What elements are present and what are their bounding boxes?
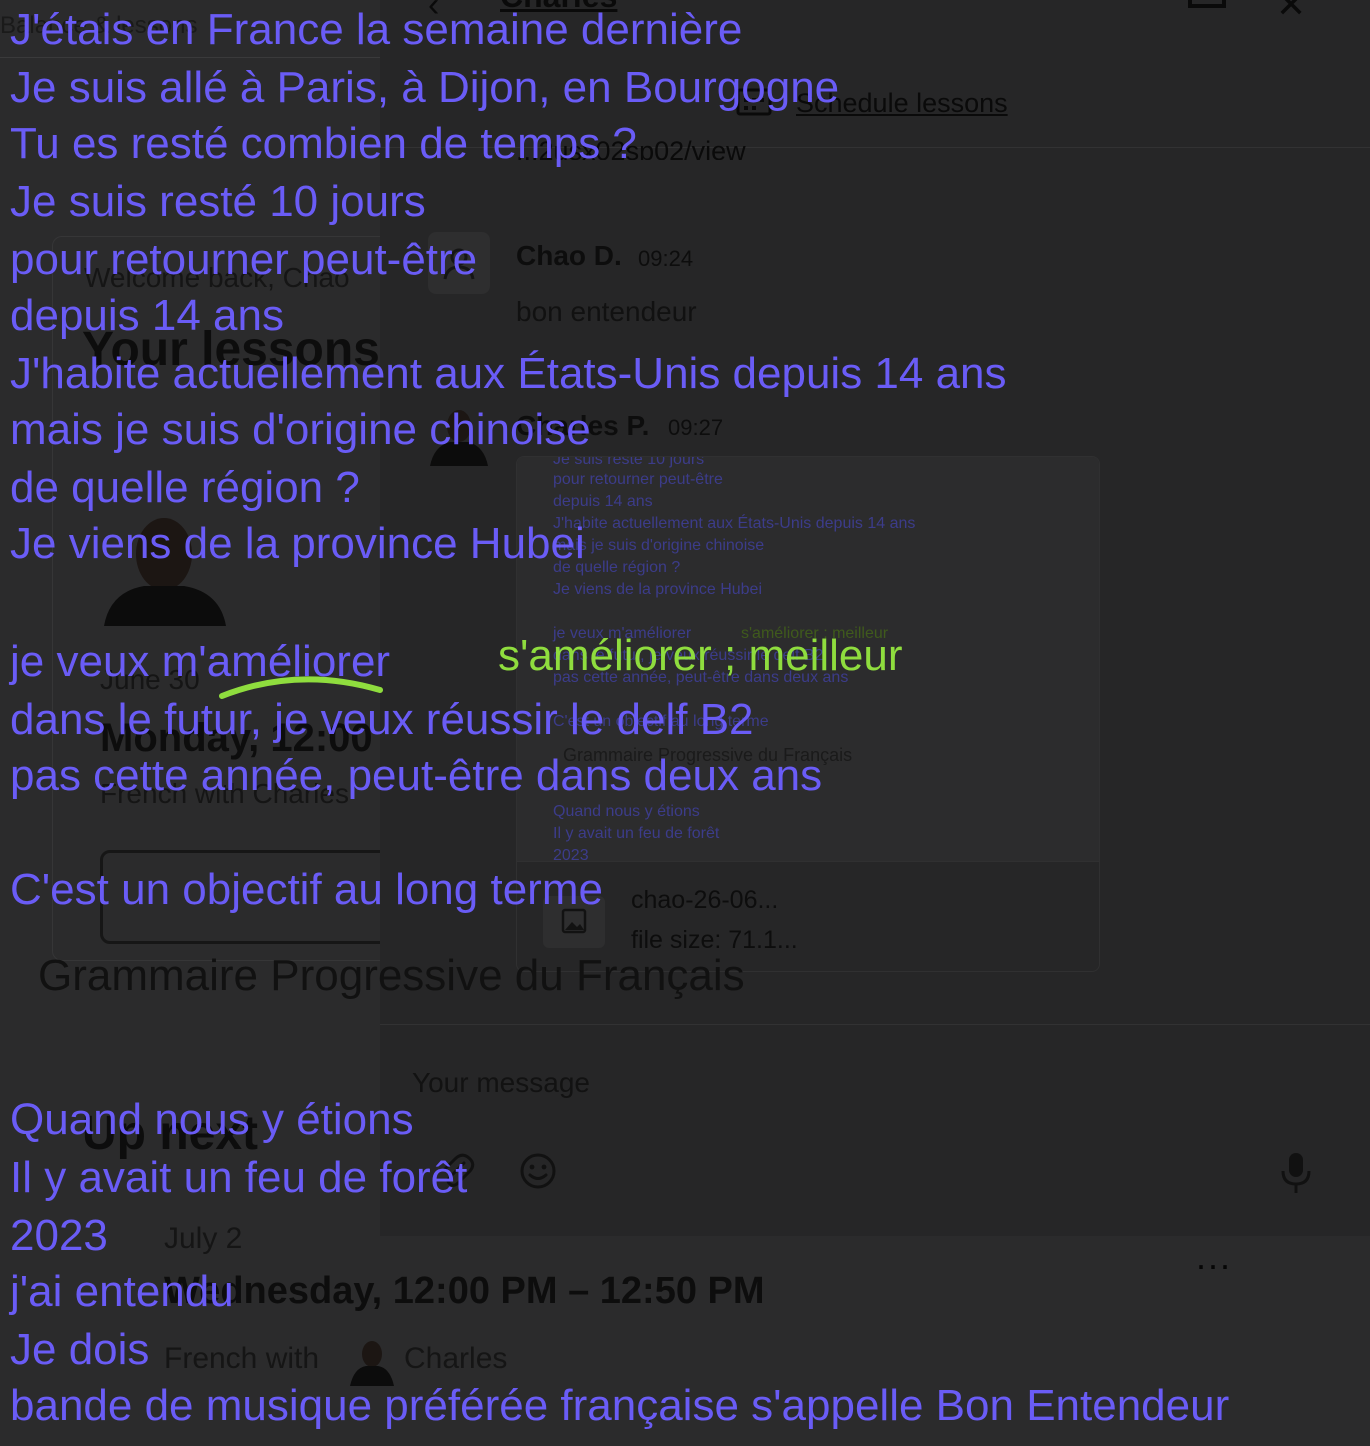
note-line: Tu es resté combien de temps ? xyxy=(10,119,637,168)
preview-line: Je suis resté 10 jours xyxy=(553,457,705,468)
note-line: depuis 14 ans xyxy=(10,291,284,340)
note-line: Quand nous y étions xyxy=(10,1095,414,1144)
note-line: Je suis resté 10 jours xyxy=(10,177,426,226)
next-lesson-tutor: Charles xyxy=(404,1342,508,1375)
file-name: chao-26-06... xyxy=(631,886,779,914)
next-lesson-title: French with xyxy=(164,1342,320,1375)
note-line: Je suis allé à Paris, à Dijon, en Bourgo… xyxy=(10,63,840,112)
preview-line: Quand nous y étions xyxy=(553,803,700,820)
tutor-avatar-small xyxy=(346,1334,398,1386)
message-time: 09:24 xyxy=(638,246,694,271)
next-lesson-time: Wednesday, 12:00 PM – 12:50 PM xyxy=(164,1270,765,1312)
note-green: s'améliorer ; meilleur xyxy=(498,631,903,680)
preview-line: Il y avait un feu de forêt xyxy=(553,825,720,842)
note-line: pas cette année, peut-être dans deux ans xyxy=(10,751,823,800)
note-line: de quelle région ? xyxy=(10,463,360,512)
preview-line: pour retourner peut-être xyxy=(553,471,723,488)
note-line: mais je suis d'origine chinoise xyxy=(10,405,591,454)
emoji-icon[interactable] xyxy=(518,1151,558,1191)
note-line: J'étais en France la semaine dernière xyxy=(10,5,743,54)
note-line: C'est un objectif au long terme xyxy=(10,865,603,914)
more-options-icon[interactable]: ... xyxy=(1196,1236,1232,1278)
message-sender: Chao D. xyxy=(516,240,622,271)
note-line: J'habite actuellement aux États-Unis dep… xyxy=(10,349,1007,398)
note-line: bande de musique préférée française s'ap… xyxy=(10,1381,1230,1430)
message-text: bon entendeur xyxy=(516,296,697,327)
close-icon[interactable]: ✕ xyxy=(1276,0,1306,26)
message-input[interactable] xyxy=(412,1061,1272,1105)
note-line: 2023 xyxy=(10,1211,108,1260)
preview-line: depuis 14 ans xyxy=(553,493,653,510)
note-line: dans le futur, je veux réussir le delf B… xyxy=(10,695,754,744)
note-line: pour retourner peut-être xyxy=(10,235,478,284)
chat-panel: ‹ Charles ✕ Schedule lessons ...2usx02sp… xyxy=(380,0,1370,1236)
note-line: Je viens de la province Hubei xyxy=(10,519,585,568)
microphone-icon[interactable] xyxy=(1278,1151,1314,1195)
preview-line: Je viens de la province Hubei xyxy=(553,581,763,598)
note-line: Il y avait un feu de forêt xyxy=(10,1153,468,1202)
note-line: Je dois xyxy=(10,1325,150,1374)
preview-line: J'habite actuellement aux États-Unis dep… xyxy=(553,515,916,532)
expand-window-icon[interactable] xyxy=(1188,0,1226,8)
message-composer xyxy=(380,1024,1370,1236)
preview-line: 2023 xyxy=(553,847,589,861)
book-title: Grammaire Progressive du Français xyxy=(38,951,745,1000)
message-time: 09:27 xyxy=(668,415,724,440)
next-lesson-date: July 2 xyxy=(164,1222,243,1255)
note-line: j'ai entendu xyxy=(10,1267,234,1316)
